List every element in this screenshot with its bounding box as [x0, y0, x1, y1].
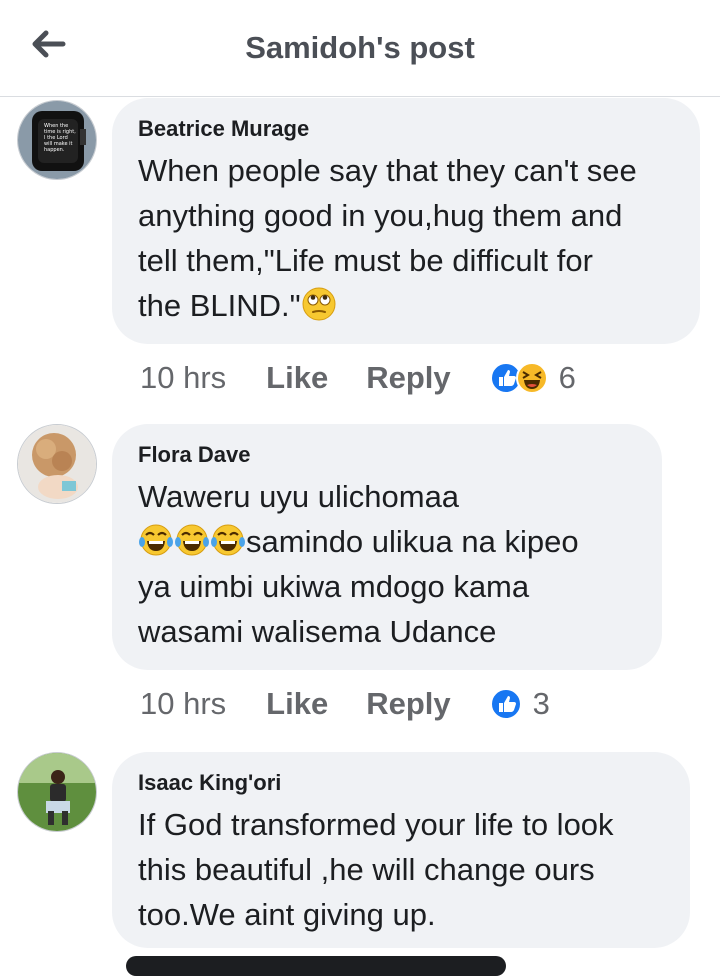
avatar-image: When thetime is right, I the Lordwill ma… — [18, 101, 96, 179]
comment-bubble: Flora Dave Waweru uyu ulichomaa samindo … — [112, 424, 662, 670]
page-title: Samidoh's post — [245, 30, 475, 65]
comment-actions: 10 hrs Like Reply 6 — [140, 358, 576, 398]
reaction-count: 6 — [558, 360, 576, 395]
haha-reaction-icon — [515, 362, 548, 394]
comment-line: wasami walisema Udance — [138, 614, 497, 649]
svg-text:happen.: happen. — [44, 147, 65, 153]
avatar[interactable]: When the time is right, I the Lord will ma… — [17, 100, 97, 180]
comment-actions: 10 hrs Like Reply 3 — [140, 684, 550, 724]
comment-line: this beautiful ,he will change ours — [138, 852, 595, 887]
reply-button[interactable]: Reply — [366, 360, 450, 396]
tears-of-joy-emoji-icon — [211, 524, 245, 556]
comment-line: ya uimbi ukiwa mdogo kama — [138, 569, 530, 604]
like-button[interactable]: Like — [266, 686, 328, 722]
comment-line: samindo ulikua na kipeo — [246, 524, 579, 559]
comment-line: When people say that they can't see — [138, 153, 637, 188]
avatar[interactable] — [17, 424, 97, 504]
comment-text: If God transformed your life to look thi… — [138, 802, 664, 937]
avatar-image — [18, 425, 96, 503]
reply-button[interactable]: Reply — [366, 686, 450, 722]
comment-bubble: Isaac King'ori If God transformed your l… — [112, 752, 690, 948]
reaction-summary[interactable]: 6 — [489, 360, 576, 396]
comment-author[interactable]: Beatrice Murage — [138, 116, 674, 142]
reaction-summary[interactable]: 3 — [489, 686, 550, 722]
reaction-count: 3 — [532, 686, 550, 721]
comment-text: Waweru uyu ulichomaa samindo ulikua na k… — [138, 474, 636, 654]
eye-roll-emoji-icon — [302, 287, 336, 321]
comment-line: the BLIND." — [138, 288, 301, 323]
comment-author[interactable]: Isaac King'ori — [138, 770, 664, 796]
top-bar: Samidoh's post — [0, 0, 720, 97]
next-comment-preview — [126, 956, 506, 976]
comment-line: anything good in you,hug them and — [138, 198, 623, 233]
comment-bubble: Beatrice Murage When people say that the… — [112, 98, 700, 344]
comment-line: If God transformed your life to look — [138, 807, 614, 842]
comment-line: tell them,"Life must be difficult for — [138, 243, 593, 278]
tears-of-joy-emoji-icon — [139, 524, 173, 556]
avatar[interactable] — [17, 752, 97, 832]
avatar-image — [18, 753, 96, 831]
comment-timestamp[interactable]: 10 hrs — [140, 686, 226, 722]
comment-text: When people say that they can't see anyt… — [138, 148, 674, 328]
comment-line: Waweru uyu ulichomaa — [138, 479, 460, 514]
comment-timestamp[interactable]: 10 hrs — [140, 360, 226, 396]
comment-line: too.We aint giving up. — [138, 897, 436, 932]
like-button[interactable]: Like — [266, 360, 328, 396]
tears-of-joy-emoji-icon — [175, 524, 209, 556]
like-reaction-icon — [489, 688, 522, 720]
comment-author[interactable]: Flora Dave — [138, 442, 636, 468]
